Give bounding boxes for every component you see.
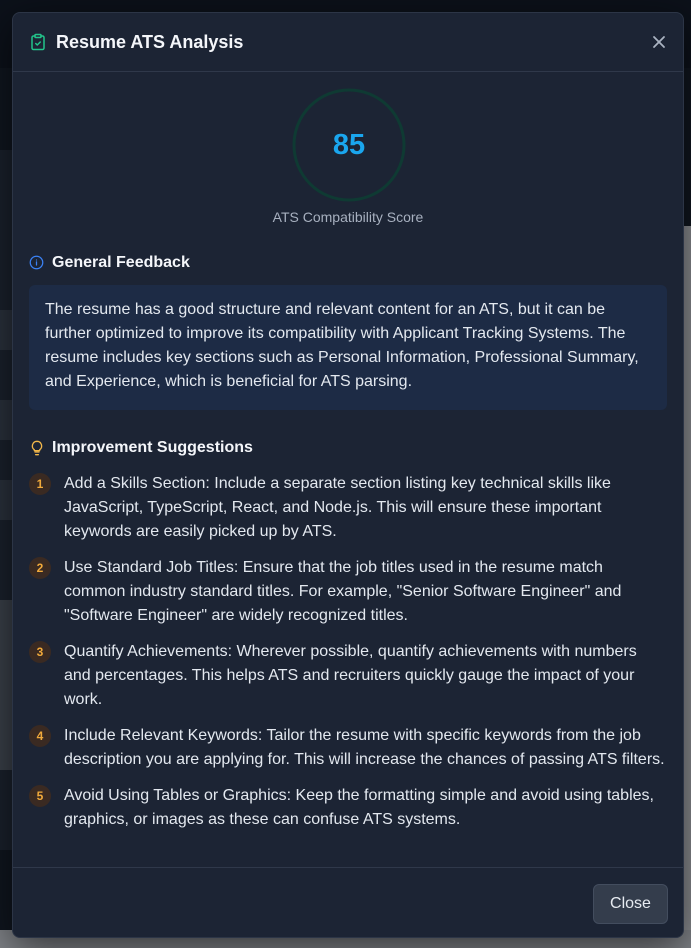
general-feedback-text: The resume has a good structure and rele…: [29, 285, 667, 410]
suggestions-header: Improvement Suggestions: [29, 436, 683, 460]
modal-title: Resume ATS Analysis: [56, 31, 244, 52]
score-label: ATS Compatibility Score: [272, 209, 424, 225]
suggestion-item: 3 Quantify Achievements: Wherever possib…: [29, 640, 667, 712]
suggestion-item: 5 Avoid Using Tables or Graphics: Keep t…: [29, 784, 667, 832]
suggestion-item: 2 Use Standard Job Titles: Ensure that t…: [29, 556, 667, 628]
modal-footer: Close: [13, 867, 683, 937]
info-icon: [29, 255, 45, 271]
background-strip: [0, 480, 12, 520]
suggestion-text: Add a Skills Section: Include a separate…: [64, 475, 611, 540]
suggestion-item: 1 Add a Skills Section: Include a separa…: [29, 472, 667, 544]
lightbulb-icon: [29, 440, 45, 456]
background-right-panel: [684, 226, 691, 948]
close-icon[interactable]: [649, 32, 669, 52]
background-strip: [0, 400, 12, 440]
suggestion-text: Include Relevant Keywords: Tailor the re…: [64, 727, 665, 768]
suggestion-number-badge: 1: [29, 473, 51, 495]
suggestion-number-badge: 2: [29, 557, 51, 579]
ats-analysis-modal: Resume ATS Analysis 85 ATS Compatibility…: [12, 12, 684, 938]
close-button[interactable]: Close: [593, 884, 668, 924]
background-strip: [0, 310, 12, 350]
suggestion-text: Use Standard Job Titles: Ensure that the…: [64, 559, 622, 624]
background-block: [0, 600, 12, 770]
suggestion-number-badge: 5: [29, 785, 51, 807]
suggestions-list: 1 Add a Skills Section: Include a separa…: [29, 472, 667, 832]
suggestion-text: Avoid Using Tables or Graphics: Keep the…: [64, 787, 654, 828]
general-feedback-header: General Feedback: [29, 251, 683, 275]
modal-header: Resume ATS Analysis: [13, 13, 683, 72]
suggestion-item: 4 Include Relevant Keywords: Tailor the …: [29, 724, 667, 772]
suggestion-text: Quantify Achievements: Wherever possible…: [64, 643, 637, 708]
suggestion-number-badge: 4: [29, 725, 51, 747]
score-value: 85: [332, 128, 366, 161]
suggestions-title: Improvement Suggestions: [52, 439, 253, 456]
suggestion-number-badge: 3: [29, 641, 51, 663]
score-section: 85 ATS Compatibility Score: [13, 72, 683, 227]
general-feedback-title: General Feedback: [52, 254, 190, 271]
clipboard-check-icon: [29, 33, 47, 51]
